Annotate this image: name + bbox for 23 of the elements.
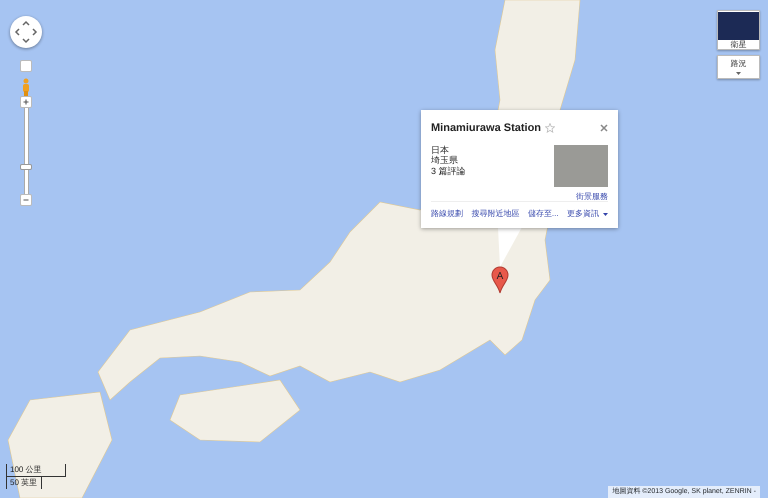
action-link[interactable]: 搜尋附近地區 — [471, 208, 520, 220]
reviews-link[interactable]: 3 篇評論 — [431, 166, 554, 177]
satellite-button[interactable]: 衛星 — [717, 10, 760, 50]
action-link[interactable]: 路線規劃 — [431, 208, 463, 220]
address-line: 日本 — [431, 144, 450, 156]
zoom-in-button[interactable] — [20, 96, 32, 108]
zoom-slider-handle[interactable] — [20, 164, 32, 170]
imperial-scale: 50 英里 — [6, 477, 42, 489]
place-title: Minamiurawa Station — [431, 121, 542, 136]
close-icon[interactable] — [600, 124, 608, 132]
street-view-link[interactable]: 街景服務 — [576, 190, 608, 202]
action-link[interactable]: 儲存至... — [528, 208, 559, 220]
caret-icon — [602, 212, 608, 216]
photo-placeholder — [554, 144, 608, 186]
metric-scale: 100 公里 — [6, 464, 66, 477]
reset-button[interactable] — [20, 60, 32, 72]
map-marker[interactable]: A — [492, 266, 508, 294]
address-line: 埼玉県 — [431, 155, 459, 166]
traffic-dropdown[interactable]: 路況 — [717, 55, 760, 79]
zoom-out-button[interactable] — [20, 194, 32, 206]
more-info-menu[interactable]: 更多資訊 — [566, 208, 608, 220]
caret-icon — [736, 72, 741, 74]
star-icon[interactable] — [545, 123, 556, 134]
